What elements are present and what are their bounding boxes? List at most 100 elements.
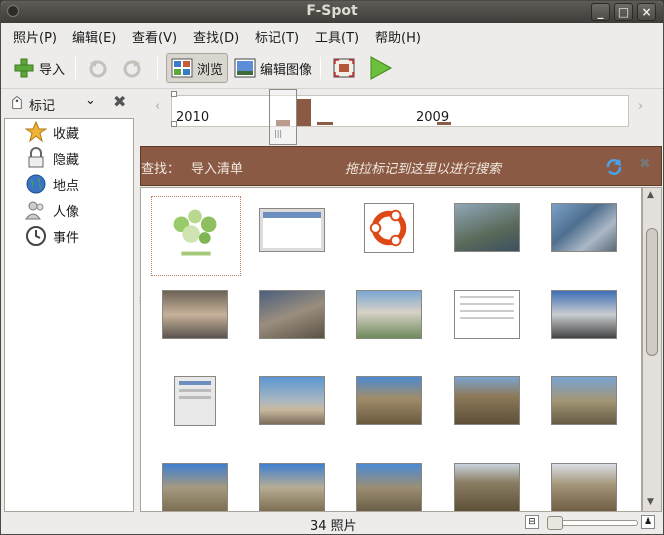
menu-find[interactable]: 查找(D) [193,27,239,46]
browse-label: 浏览 [197,62,224,78]
sidebar-item-label: 隐藏 [53,152,80,168]
tag-icon [12,95,22,109]
find-bar: 查找： 导入清单 拖拉标记到这里以进行搜索 ✖ [140,146,662,186]
sidebar-item-places[interactable]: 地点 [25,172,79,196]
sidebar-item-people[interactable]: 人像 [25,198,79,222]
browse-grid-icon [171,58,193,78]
import-label: 导入 [39,62,66,78]
zoom-out-icon[interactable]: ⊟ [525,515,539,529]
sidebar-mode-label[interactable]: 标记 [29,95,55,114]
rotate-right-button[interactable] [121,53,143,83]
timeline-next-icon[interactable]: › [638,99,643,114]
title-bar[interactable]: F-Spot _ □ × [1,1,663,23]
import-list-tag[interactable]: 导入清单 [191,158,243,177]
timeline: ‹ 2010 2009 ||| › [141,89,663,145]
zoom-in-icon[interactable]: ♟ [641,515,655,529]
photo-thumbnail[interactable] [356,463,422,511]
vertical-scrollbar[interactable]: ▲ ▼ [642,187,662,512]
photo-thumbnail[interactable] [551,290,617,339]
timeline-bar-mark [297,99,311,126]
timeline-prev-icon[interactable]: ‹ [155,99,160,114]
maximize-button[interactable]: □ [614,3,633,21]
import-button[interactable]: 导入 [13,53,65,83]
chevron-down-icon[interactable]: ⌄ [85,93,96,108]
timeline-bar-mark [317,122,333,125]
toolbar-separator [157,57,158,79]
photo-thumbnail[interactable] [551,376,617,425]
timeline-bar-mark [437,122,451,125]
find-drop-hint[interactable]: 拖拉标记到这里以进行搜索 [345,158,501,177]
photo-thumbnail[interactable] [364,203,414,253]
fullscreen-icon [333,58,355,78]
photo-thumbnail[interactable] [551,203,617,252]
main-window: F-Spot _ □ × 照片(P) 编辑(E) 查看(V) 查找(D) 标记(… [0,0,664,535]
minimize-button[interactable]: _ [591,3,610,21]
toolbar-separator [320,57,321,79]
sidebar-item-label: 收藏 [53,126,80,142]
zoom-slider-knob[interactable] [547,516,563,530]
plus-icon [14,58,34,78]
toolbar-separator [75,57,76,79]
photo-thumbnail[interactable] [356,376,422,425]
tag-sidebar: 收藏 隐藏 地点 人像 事件 [4,118,134,512]
slideshow-button[interactable] [367,53,393,83]
timeline-range-end[interactable] [171,121,177,127]
sidebar-item-events[interactable]: 事件 [25,224,79,248]
people-icon [25,201,44,220]
star-icon [25,121,47,143]
clear-find-icon[interactable]: ✖ [639,156,651,172]
edit-image-button[interactable]: 编辑图像 [234,53,312,83]
browse-button[interactable]: 浏览 [166,53,229,83]
fullscreen-button[interactable] [333,53,355,83]
photo-thumbnail[interactable] [454,290,520,339]
timeline-handle[interactable]: ||| [269,89,297,145]
photo-image [369,209,407,247]
timeline-range-start[interactable] [171,91,177,97]
close-sidebar-icon[interactable]: ✖ [113,92,126,111]
menu-tools[interactable]: 工具(T) [315,27,359,46]
photo-thumbnail[interactable] [454,376,520,425]
rotate-left-button[interactable] [87,53,109,83]
sidebar-header: 标记 ⌄ ✖ [1,89,135,117]
toolbar: 导入 浏览 编辑图像 [1,47,663,89]
photo-thumbnail[interactable] [162,463,228,511]
photo-thumbnail[interactable] [356,290,422,339]
photo-thumbnail[interactable] [162,290,228,339]
photo-thumbnail[interactable] [174,376,216,426]
scroll-up-icon[interactable]: ▲ [647,190,654,200]
menu-photo[interactable]: 照片(P) [13,27,57,46]
menu-help[interactable]: 帮助(H) [375,27,421,46]
play-icon [370,56,393,80]
refresh-icon[interactable] [605,158,623,176]
timeline-bar[interactable]: 2010 2009 [171,95,629,127]
photo-image [173,209,217,256]
sidebar-item-label: 事件 [53,230,80,246]
scroll-down-icon[interactable]: ▼ [647,497,654,507]
photo-thumbnail[interactable] [151,196,241,276]
photo-thumbnail[interactable] [454,203,520,252]
photo-thumbnail[interactable] [454,463,520,511]
clock-icon [26,226,46,246]
rotate-left-icon [89,60,107,78]
sidebar-item-label: 地点 [53,178,80,194]
close-button[interactable]: × [637,3,656,21]
menu-edit[interactable]: 编辑(E) [72,27,116,46]
photo-thumbnail[interactable] [259,376,325,425]
photo-thumbnail[interactable] [259,463,325,511]
photo-thumbnail[interactable] [551,463,617,511]
photo-grid[interactable] [140,187,642,512]
menu-bar: 照片(P) 编辑(E) 查看(V) 查找(D) 标记(T) 工具(T) 帮助(H… [1,23,663,47]
menu-tags[interactable]: 标记(T) [255,27,299,46]
find-label: 查找： [141,162,181,177]
globe-icon [26,174,46,194]
photo-thumbnail[interactable] [259,290,325,339]
edit-image-icon [234,58,256,78]
window-title: F-Spot [306,3,358,19]
menu-view[interactable]: 查看(V) [132,27,177,46]
pane-splitter[interactable]: ⋮ [136,296,144,306]
sidebar-item-favorites[interactable]: 收藏 [25,120,79,144]
rotate-right-icon [123,60,141,78]
sidebar-item-hidden[interactable]: 隐藏 [25,146,79,170]
photo-thumbnail[interactable] [259,208,325,252]
scrollbar-thumb[interactable] [646,228,658,356]
